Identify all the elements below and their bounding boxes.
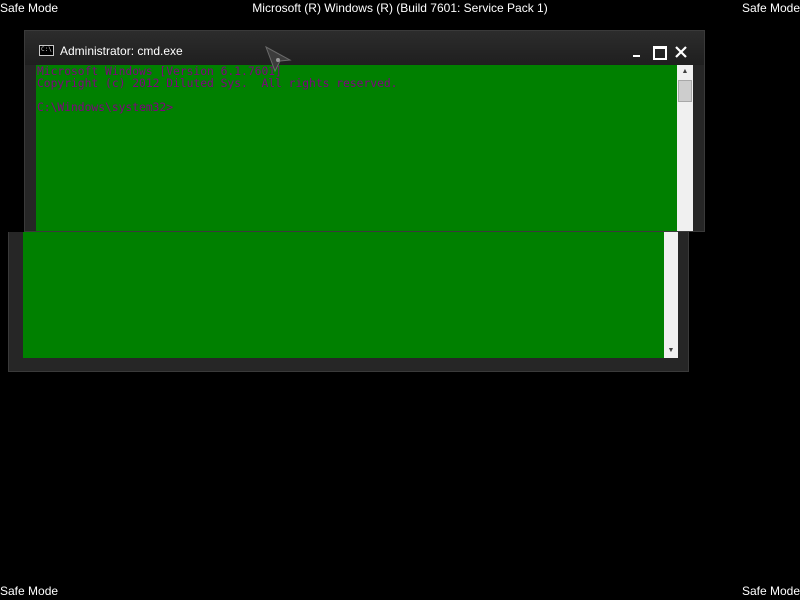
cmd-icon: C:\ (39, 45, 54, 56)
minimize-button[interactable] (628, 44, 646, 60)
close-icon (675, 46, 687, 58)
mouse-pointer-icon (265, 45, 292, 73)
console-line-copyright: Copyright (c) 2012 Diluted Sys. All righ… (37, 77, 398, 90)
maximize-button[interactable] (650, 44, 668, 60)
maximize-icon (653, 46, 667, 60)
console-prompt[interactable]: C:\Windows\system32> (37, 102, 173, 114)
safe-mode-label-top-right: Safe Mode (741, 1, 800, 15)
vertical-scrollbar[interactable]: ▲ (677, 65, 693, 231)
scroll-down-arrow-icon[interactable]: ▼ (664, 344, 678, 358)
cmd-window-lower-region: ▼ (8, 232, 689, 372)
build-banner: Microsoft (R) Windows (R) (Build 7601: S… (252, 1, 548, 15)
close-button[interactable] (672, 44, 690, 60)
vertical-scrollbar-lower[interactable]: ▼ (664, 232, 678, 358)
safe-mode-label-bottom-left: Safe Mode (0, 584, 59, 598)
scroll-up-arrow-icon[interactable]: ▲ (677, 65, 693, 79)
scrollbar-thumb[interactable] (678, 80, 692, 102)
console-area-lower[interactable] (23, 232, 664, 358)
window-title: Administrator: cmd.exe (60, 44, 183, 58)
console-area[interactable]: Microsoft Windows [Version 6.1.7601] Cop… (36, 65, 677, 231)
safe-mode-label-bottom-right: Safe Mode (741, 584, 800, 598)
minimize-icon (633, 55, 640, 57)
window-titlebar[interactable]: C:\ Administrator: cmd.exe (25, 31, 704, 65)
cmd-window[interactable]: C:\ Administrator: cmd.exe Microsoft Win… (24, 30, 705, 232)
desktop: Safe Mode Microsoft (R) Windows (R) (Bui… (0, 0, 800, 600)
